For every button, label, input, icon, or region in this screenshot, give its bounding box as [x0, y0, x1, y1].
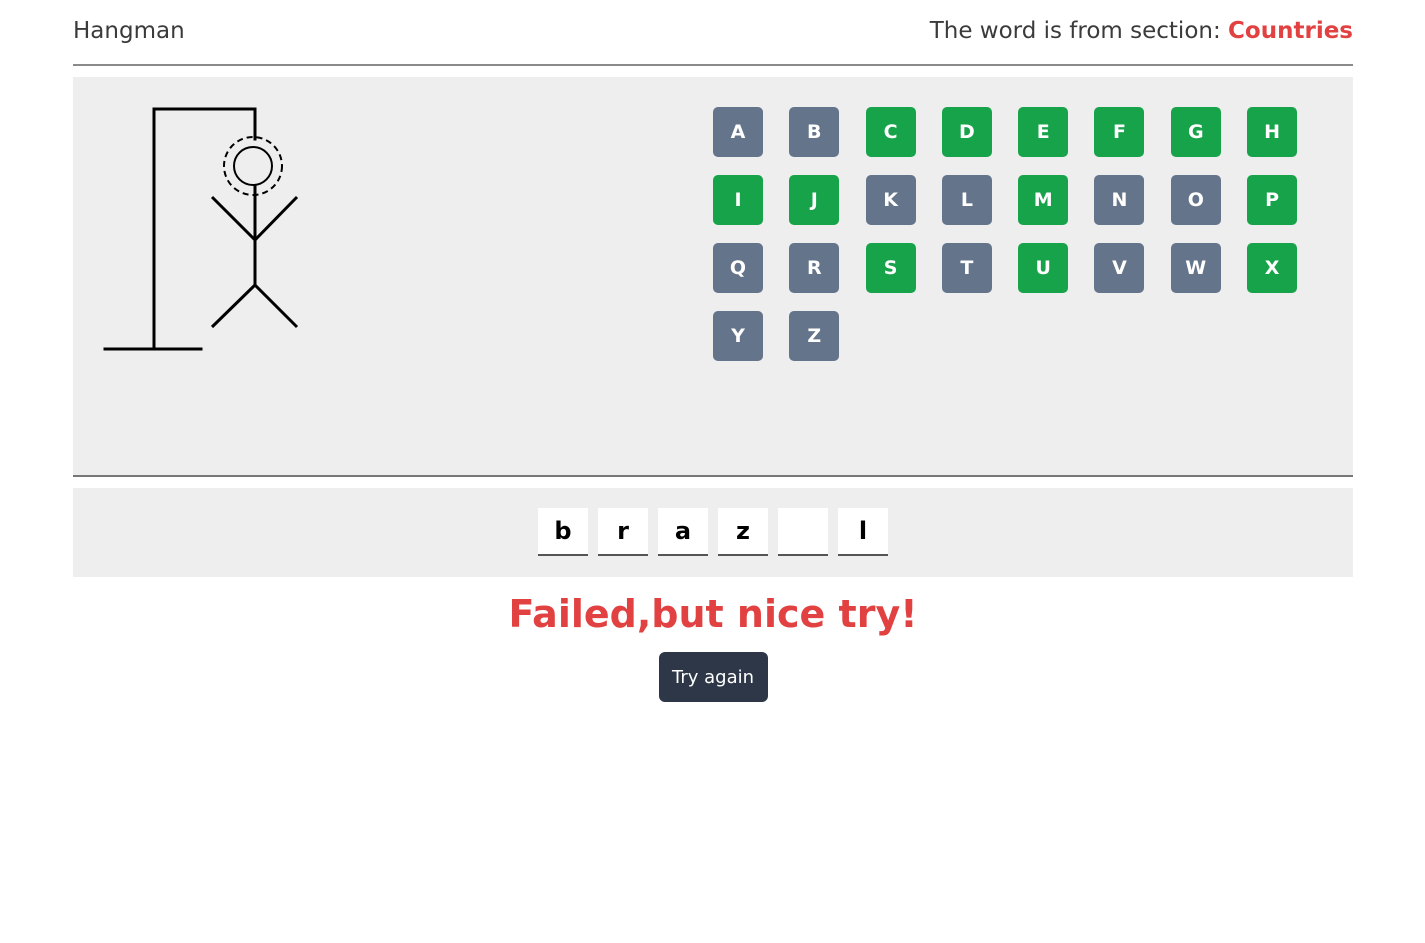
hangman-right-leg — [253, 283, 299, 329]
word-panel: braz l — [73, 488, 1353, 577]
section-prefix: The word is from section: — [929, 18, 1221, 44]
game-panel: ABCDEFGH IJKLMNOP QRSTUVWX YZ — [73, 77, 1353, 477]
letter-key-k[interactable]: K — [865, 175, 916, 225]
hangman-head — [233, 146, 273, 186]
retry-wrapper: Try again — [73, 652, 1353, 702]
letter-key-h[interactable]: H — [1247, 107, 1298, 157]
result-message: Failed,but nice try! — [508, 592, 918, 636]
try-again-button[interactable]: Try again — [658, 652, 768, 702]
letter-key-j[interactable]: J — [789, 175, 840, 225]
letter-key-s[interactable]: S — [865, 243, 916, 293]
letter-key-m[interactable]: M — [1018, 175, 1069, 225]
letter-keyboard: ABCDEFGH IJKLMNOP QRSTUVWX YZ — [713, 107, 1298, 361]
word-slot: r — [598, 508, 648, 556]
word-slots: braz l — [73, 508, 1353, 556]
letter-key-v[interactable]: V — [1094, 243, 1145, 293]
letter-key-i[interactable]: I — [713, 175, 763, 225]
app-title: Hangman — [73, 18, 185, 44]
letter-key-t[interactable]: T — [941, 243, 992, 293]
hangman-left-leg — [210, 283, 257, 329]
letter-key-z[interactable]: Z — [789, 311, 840, 361]
letter-key-x[interactable]: X — [1247, 243, 1298, 293]
hangman-left-arm — [210, 195, 257, 242]
noose-ring — [223, 136, 283, 196]
letter-key-o[interactable]: O — [1170, 175, 1221, 225]
header: Hangman The word is from section: Countr… — [73, 0, 1353, 66]
letter-key-q[interactable]: Q — [713, 243, 763, 293]
letter-key-g[interactable]: G — [1170, 107, 1221, 157]
word-slot: b — [538, 508, 588, 556]
letter-key-c[interactable]: C — [865, 107, 916, 157]
letter-key-p[interactable]: P — [1247, 175, 1298, 225]
letter-key-d[interactable]: D — [941, 107, 992, 157]
word-slot: z — [718, 508, 768, 556]
letter-key-f[interactable]: F — [1094, 107, 1145, 157]
hangman-right-arm — [253, 195, 299, 242]
word-slot: a — [658, 508, 708, 556]
word-slot — [778, 508, 828, 556]
letter-key-r[interactable]: R — [789, 243, 840, 293]
letter-key-a[interactable]: A — [713, 107, 763, 157]
letter-key-b[interactable]: B — [789, 107, 840, 157]
app-container: Hangman The word is from section: Countr… — [73, 0, 1353, 702]
letter-key-l[interactable]: L — [941, 175, 992, 225]
letter-key-y[interactable]: Y — [713, 311, 763, 361]
letter-key-w[interactable]: W — [1170, 243, 1221, 293]
section-info: The word is from section: Countries — [930, 18, 1353, 44]
section-category: Countries — [1228, 18, 1353, 44]
hangman-drawing — [103, 107, 299, 351]
letter-key-u[interactable]: U — [1018, 243, 1069, 293]
word-slot: l — [838, 508, 888, 556]
letter-key-e[interactable]: E — [1018, 107, 1069, 157]
letter-key-n[interactable]: N — [1094, 175, 1145, 225]
